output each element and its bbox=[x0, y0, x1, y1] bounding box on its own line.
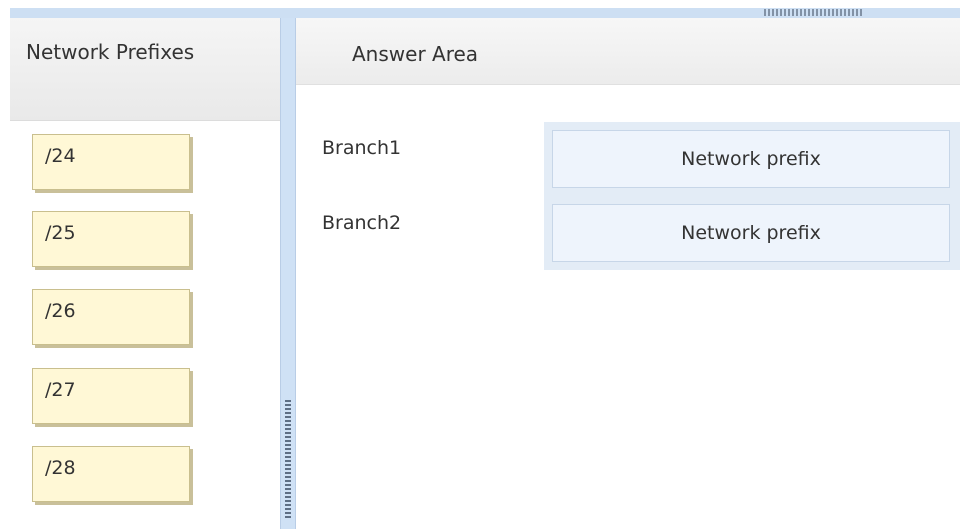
prefix-tile-27[interactable]: /27 bbox=[32, 368, 190, 424]
prefix-tile-26[interactable]: /26 bbox=[32, 289, 190, 345]
top-resize-grip-icon[interactable] bbox=[764, 9, 864, 16]
prefix-label: /24 bbox=[45, 145, 76, 167]
divider-grip-icon[interactable] bbox=[285, 398, 291, 518]
branch2-label: Branch2 bbox=[322, 212, 402, 234]
prefix-tile-25[interactable]: /25 bbox=[32, 211, 190, 267]
prefix-label: /25 bbox=[45, 222, 76, 244]
drop-target-label: Network prefix bbox=[681, 222, 821, 244]
network-prefixes-panel: Network Prefixes /24 /25 /26 /27 /28 bbox=[10, 18, 280, 529]
prefix-label: /28 bbox=[45, 457, 76, 479]
network-prefixes-title: Network Prefixes bbox=[26, 40, 195, 64]
prefix-tile-24[interactable]: /24 bbox=[32, 134, 190, 190]
branch2-drop-target[interactable]: Network prefix bbox=[552, 204, 950, 262]
branch1-label: Branch1 bbox=[322, 137, 402, 159]
answer-area-header: Answer Area bbox=[296, 18, 960, 85]
prefix-tile-28[interactable]: /28 bbox=[32, 446, 190, 502]
branch1-drop-target[interactable]: Network prefix bbox=[552, 130, 950, 188]
panel-divider[interactable] bbox=[280, 18, 296, 529]
prefix-label: /27 bbox=[45, 379, 76, 401]
answer-area-title: Answer Area bbox=[352, 42, 479, 66]
drop-target-label: Network prefix bbox=[681, 148, 821, 170]
prefix-label: /26 bbox=[45, 300, 76, 322]
network-prefixes-header: Network Prefixes bbox=[10, 18, 280, 121]
